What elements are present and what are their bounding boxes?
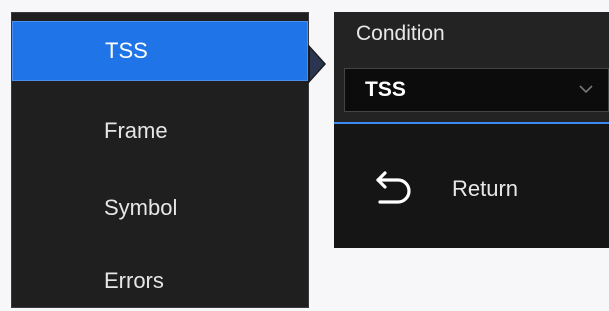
return-label: Return xyxy=(452,176,519,201)
submenu-pointer-arrow-inner xyxy=(310,48,324,80)
menu-item-label: Symbol xyxy=(104,195,178,220)
submenu-panel: Condition TSS Return xyxy=(334,12,609,248)
menu-item-label: TSS xyxy=(105,38,148,63)
menu-item-frame[interactable]: Frame xyxy=(12,101,308,161)
condition-value: TSS xyxy=(365,78,406,101)
trigger-type-menu: TSS Frame Symbol Errors xyxy=(11,12,309,308)
menu-item-label: Frame xyxy=(104,118,168,143)
menu-item-tss[interactable]: TSS xyxy=(12,21,308,81)
return-arrow-icon xyxy=(376,171,411,204)
condition-label: Condition xyxy=(356,22,445,45)
condition-box: Condition TSS xyxy=(334,12,609,124)
condition-dropdown[interactable]: TSS xyxy=(344,68,609,112)
menu-item-symbol[interactable]: Symbol xyxy=(12,178,308,238)
menu-item-errors[interactable]: Errors xyxy=(12,251,308,311)
return-button[interactable]: Return xyxy=(334,160,609,220)
chevron-down-icon xyxy=(579,85,593,94)
menu-item-label: Errors xyxy=(104,268,164,293)
